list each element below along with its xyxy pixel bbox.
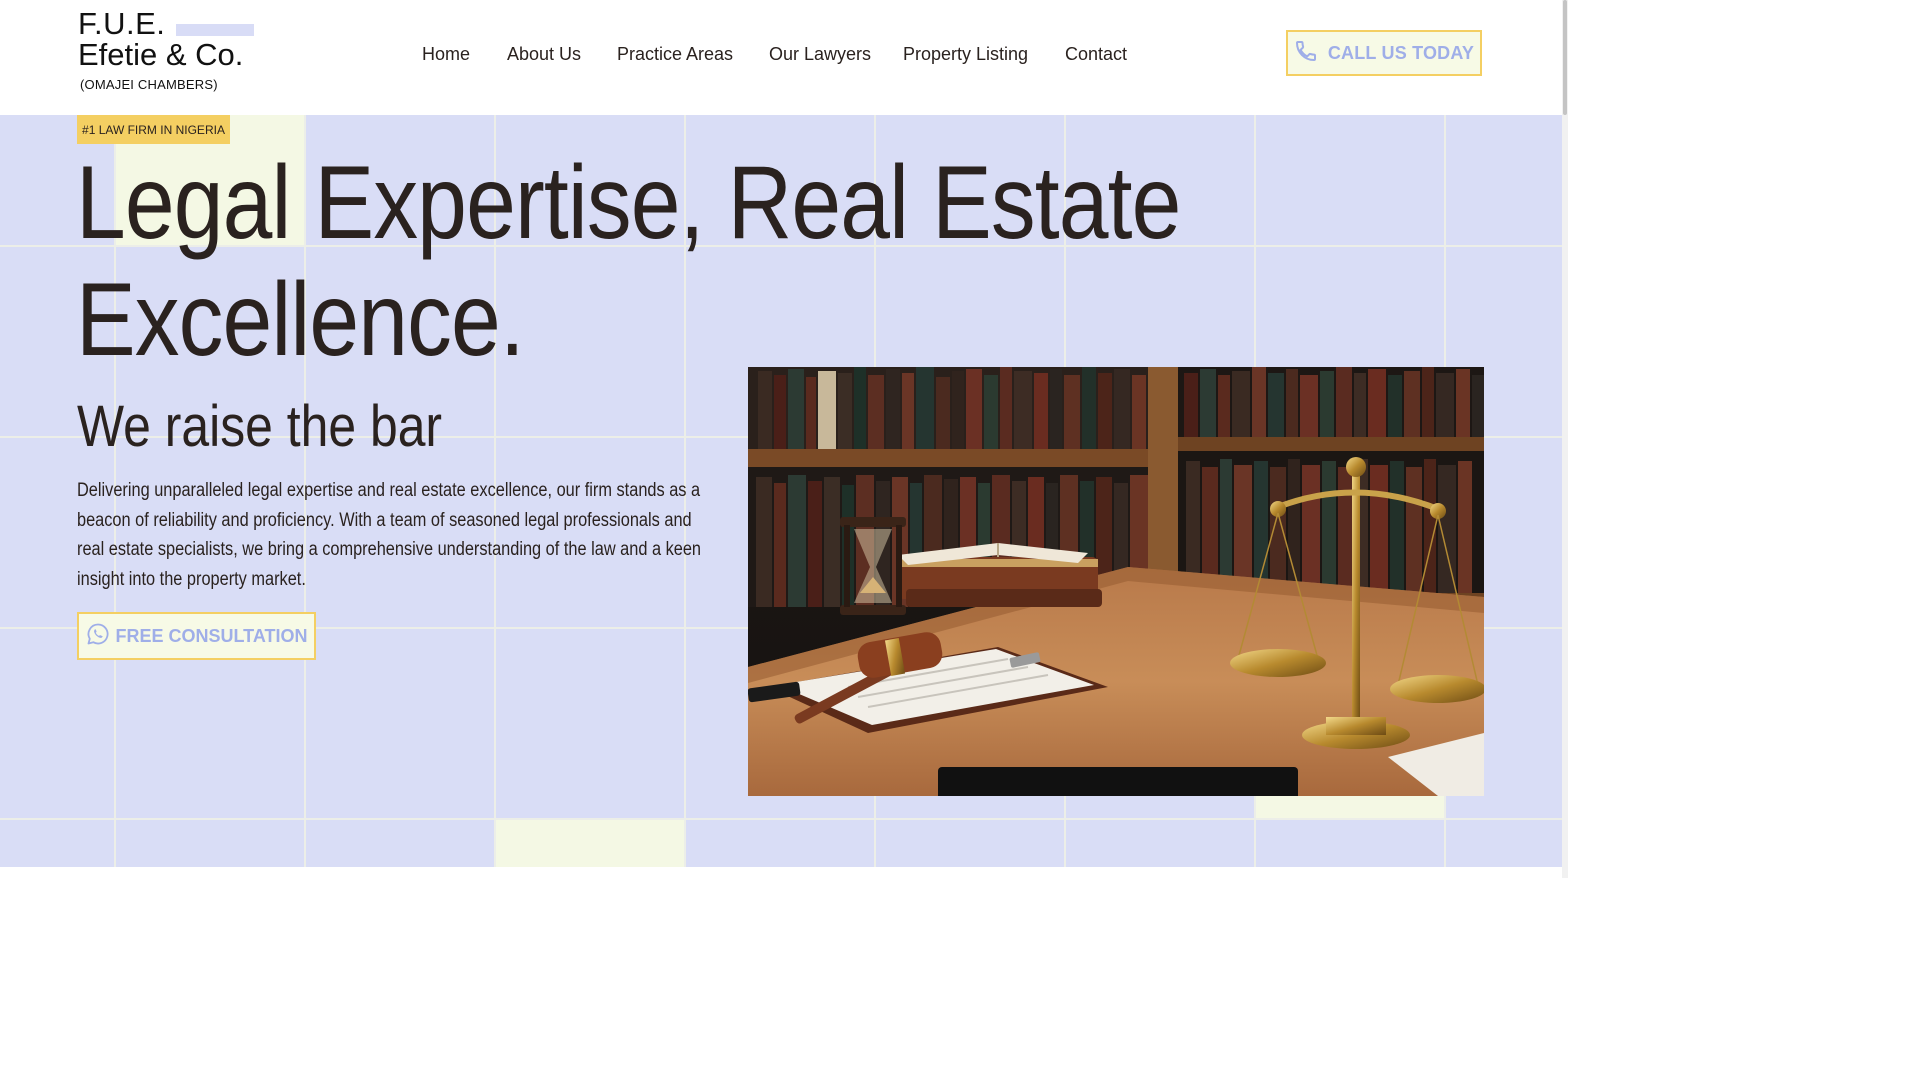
nav-item-about-us[interactable]: About Us — [507, 42, 581, 66]
hero-subheading: We raise the bar — [77, 394, 443, 459]
free-consultation-button[interactable]: FREE CONSULTATION — [77, 612, 316, 660]
brand-logo[interactable]: F.U.E. Efetie & Co. (OMAJEI CHAMBERS) — [78, 8, 278, 100]
brand-name-line1: F.U.E. — [78, 6, 166, 41]
black-folder — [938, 767, 1298, 796]
grid-tile-highlight — [1256, 796, 1446, 819]
brand-name-line2: Efetie & Co. — [78, 37, 244, 72]
logo-accent-bar — [176, 24, 254, 36]
phone-icon — [1294, 39, 1318, 68]
section-divider — [0, 867, 1562, 878]
hero-description: Delivering unparalleled legal expertise … — [77, 480, 702, 590]
grid-tile-highlight — [495, 819, 685, 867]
nav-item-our-lawyers[interactable]: Our Lawyers — [769, 42, 871, 66]
hero-headline: Legal Expertise, Real Estate Excellence. — [76, 145, 1181, 378]
books-row-top — [748, 367, 1148, 449]
nav-item-contact[interactable]: Contact — [1065, 42, 1127, 66]
call-us-today-label: CALL US TODAY — [1327, 42, 1475, 63]
hourglass — [840, 517, 906, 615]
call-us-today-button[interactable]: CALL US TODAY — [1286, 30, 1482, 76]
free-consultation-label: FREE CONSULTATION — [115, 625, 308, 646]
page: F.U.E. Efetie & Co. (OMAJEI CHAMBERS) Ho… — [0, 0, 1568, 878]
page-scrollbar[interactable] — [1562, 0, 1568, 878]
nav-item-property-listing[interactable]: Property Listing — [903, 42, 1028, 66]
books-right-shelf — [1178, 367, 1484, 437]
hero-badge: #1 LAW FIRM IN NIGERIA — [77, 115, 230, 144]
nav-item-home[interactable]: Home — [422, 42, 470, 66]
whatsapp-icon — [86, 622, 110, 651]
brand-subtitle: (OMAJEI CHAMBERS) — [80, 77, 218, 92]
hero-section: #1 LAW FIRM IN NIGERIA Legal Expertise, … — [0, 115, 1562, 867]
site-header: F.U.E. Efetie & Co. (OMAJEI CHAMBERS) Ho… — [0, 0, 1562, 115]
scrollbar-thumb[interactable] — [1563, 0, 1567, 115]
grid-line — [0, 818, 1562, 820]
books-stack — [898, 543, 1102, 607]
nav-item-practice-areas[interactable]: Practice Areas — [617, 42, 733, 66]
hero-image-law-office — [748, 367, 1484, 796]
law-office-illustration — [748, 367, 1484, 796]
